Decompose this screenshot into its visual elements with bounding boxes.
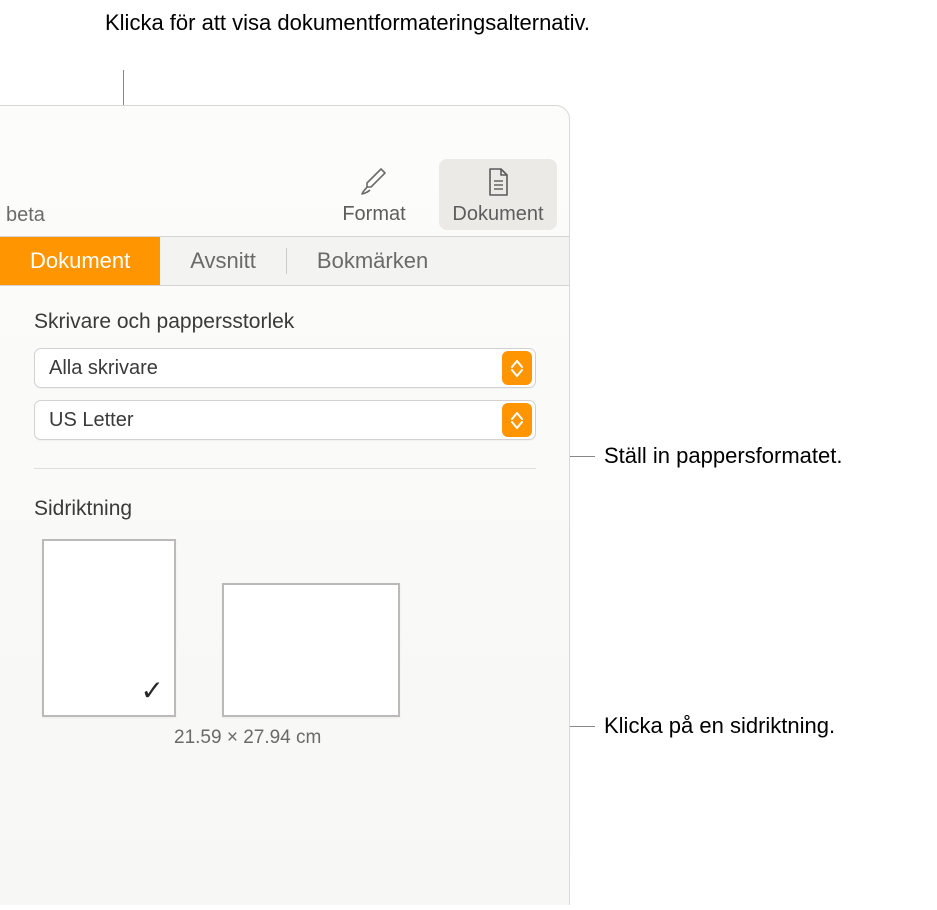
orientation-landscape[interactable]	[222, 583, 400, 717]
callout-text-paper-format: Ställ in pappersformatet.	[604, 441, 842, 471]
tab-document[interactable]: Dokument	[0, 237, 160, 285]
printer-dropdown[interactable]: Alla skrivare	[34, 348, 536, 388]
orientation-heading: Sidriktning	[34, 497, 541, 521]
printer-value: Alla skrivare	[49, 357, 158, 380]
updown-arrows-icon	[502, 351, 532, 385]
toolbar-left-fragment: beta	[6, 204, 45, 227]
orientation-portrait[interactable]: ✓	[42, 539, 176, 717]
orientation-options: ✓	[34, 539, 541, 717]
paper-size-dropdown[interactable]: US Letter	[34, 400, 536, 440]
updown-arrows-icon	[502, 403, 532, 437]
document-icon	[481, 165, 515, 199]
inspector-content: Skrivare och pappersstorlek Alla skrivar…	[0, 286, 569, 749]
callout-text-document-tab: Klicka för att visa dokumentformaterings…	[105, 8, 590, 38]
tab-bookmarks[interactable]: Bokmärken	[287, 237, 458, 285]
inspector-panel: beta Format Dokument	[0, 105, 570, 905]
checkmark-icon: ✓	[141, 674, 164, 707]
section-divider	[34, 468, 536, 469]
inspector-tabs: Dokument Avsnitt Bokmärken	[0, 236, 569, 286]
callout-text-orientation: Klicka på en sidriktning.	[604, 711, 835, 741]
tab-section[interactable]: Avsnitt	[160, 237, 286, 285]
toolbar: Format Dokument	[0, 106, 569, 236]
page-dimensions: 21.59 × 27.94 cm	[34, 727, 541, 749]
document-button[interactable]: Dokument	[439, 159, 557, 230]
document-label: Dokument	[452, 203, 543, 226]
format-button[interactable]: Format	[315, 159, 433, 230]
printer-paper-heading: Skrivare och pappersstorlek	[34, 310, 541, 334]
paintbrush-icon	[357, 165, 391, 199]
format-label: Format	[342, 203, 405, 226]
orientation-section: Sidriktning ✓ 21.59 × 27.94 cm	[34, 497, 541, 749]
paper-size-value: US Letter	[49, 409, 133, 432]
